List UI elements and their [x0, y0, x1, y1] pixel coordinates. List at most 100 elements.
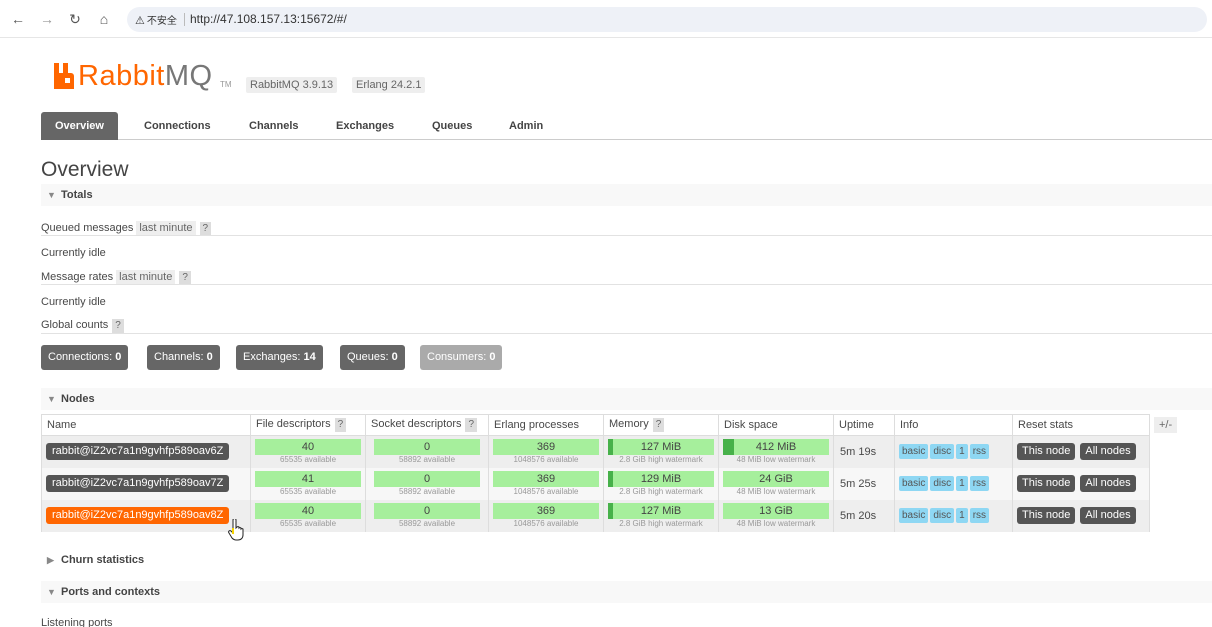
meter-value: 127 MiB: [640, 504, 682, 517]
tab-queues[interactable]: Queues: [418, 112, 486, 140]
node-link[interactable]: rabbit@iZ2vc7a1n9gvhfp589oav7Z: [46, 475, 230, 492]
info-badge[interactable]: disc: [930, 476, 955, 491]
home-icon[interactable]: ⌂: [95, 10, 113, 28]
info-badge[interactable]: basic: [899, 508, 929, 523]
queued-messages-row: Queued messages last minute?: [41, 221, 212, 236]
node-link[interactable]: rabbit@iZ2vc7a1n9gvhfp589oav8Z: [46, 507, 230, 524]
range-selector[interactable]: last minute: [136, 221, 196, 235]
info-badge[interactable]: disc: [930, 508, 955, 523]
tab-exchanges[interactable]: Exchanges: [322, 112, 408, 140]
help-button[interactable]: ?: [179, 271, 191, 285]
info-badge[interactable]: rss: [969, 444, 990, 460]
info-badge[interactable]: disc: [930, 444, 955, 460]
meter-limit: 2.8 GiB high watermark: [619, 486, 703, 496]
info-badge[interactable]: rss: [969, 508, 990, 523]
reset-all-nodes-button[interactable]: All nodes: [1080, 475, 1136, 492]
tab-overview[interactable]: Overview: [41, 112, 118, 140]
address-bar[interactable]: ⚠ 不安全 http://47.108.157.13:15672/#/: [127, 7, 1207, 32]
info-cell: basic disc 1 rss: [894, 499, 1013, 532]
totals-section-header[interactable]: ▼ Totals: [41, 184, 1212, 206]
erlang-processes-meter: 369 1048576 available: [493, 438, 599, 465]
tab-channels[interactable]: Channels: [235, 112, 313, 140]
col-erlang-processes: Erlang processes: [488, 414, 604, 436]
meter-fill: [608, 470, 613, 487]
info-badge[interactable]: rss: [969, 476, 990, 491]
info-badge[interactable]: 1: [956, 508, 968, 523]
meter-limit: 1048576 available: [513, 454, 579, 464]
consumers-count[interactable]: Consumers: 0: [420, 345, 503, 370]
tab-connections[interactable]: Connections: [130, 112, 225, 140]
meter-value: 13 GiB: [759, 504, 793, 517]
socket-descriptors-meter: 0 58892 available: [374, 470, 480, 497]
meter-value: 0: [423, 472, 431, 485]
reset-all-nodes-button[interactable]: All nodes: [1080, 507, 1136, 524]
reset-stats-cell: This node All nodes: [1012, 467, 1150, 500]
channels-count[interactable]: Channels: 0: [147, 345, 220, 370]
help-button[interactable]: ?: [112, 319, 124, 333]
uptime-cell: 5m 19s: [833, 435, 895, 468]
disk-space-meter-cell: 412 MiB 48 MiB low watermark: [718, 435, 834, 468]
file-descriptors-meter: 40 65535 available: [255, 502, 361, 529]
info-badge[interactable]: 1: [956, 444, 968, 460]
meter-limit: 2.8 GiB high watermark: [619, 454, 703, 464]
help-button[interactable]: ?: [199, 222, 212, 236]
disk-space-meter: 13 GiB 48 MiB low watermark: [723, 502, 829, 529]
meter-limit: 65535 available: [279, 486, 337, 496]
col-uptime: Uptime: [833, 414, 895, 436]
table-row: rabbit@iZ2vc7a1n9gvhfp589oav8Z 40 65535 …: [41, 499, 1150, 532]
meter-value: 24 GiB: [759, 472, 793, 485]
info-badge[interactable]: basic: [899, 444, 929, 460]
tab-admin[interactable]: Admin: [495, 112, 557, 140]
arrow-left-icon[interactable]: ←: [9, 10, 27, 28]
caret-down-icon: ▼: [47, 394, 56, 404]
arrow-right-icon[interactable]: →: [38, 10, 56, 28]
nodes-section-header[interactable]: ▼ Nodes: [41, 388, 1212, 410]
node-link[interactable]: rabbit@iZ2vc7a1n9gvhfp589oav6Z: [46, 443, 230, 461]
columns-toggle-button[interactable]: +/-: [1154, 417, 1178, 433]
help-button[interactable]: ?: [652, 418, 665, 432]
disk-space-meter: 24 GiB 48 MiB low watermark: [723, 470, 829, 497]
range-selector[interactable]: last minute: [116, 270, 176, 284]
idle-text: Currently idle: [41, 247, 106, 259]
reset-all-nodes-button[interactable]: All nodes: [1080, 443, 1136, 461]
reset-this-node-button[interactable]: This node: [1017, 507, 1076, 524]
help-button[interactable]: ?: [334, 418, 347, 432]
security-warning[interactable]: ⚠ 不安全: [135, 12, 177, 27]
meter-limit: 2.8 GiB high watermark: [619, 518, 703, 528]
divider: [41, 333, 1212, 334]
ports-section-header[interactable]: ▼ Ports and contexts: [41, 581, 1212, 603]
reset-this-node-button[interactable]: This node: [1017, 443, 1076, 461]
meter-fill: [723, 438, 734, 455]
node-name-cell: rabbit@iZ2vc7a1n9gvhfp589oav6Z: [41, 435, 251, 468]
divider: [41, 235, 1212, 236]
hand-cursor-icon: [228, 519, 244, 541]
help-button[interactable]: ?: [465, 418, 478, 432]
url-text[interactable]: http://47.108.157.13:15672/#/: [190, 12, 347, 26]
erlang-processes-meter-cell: 369 1048576 available: [488, 467, 604, 500]
idle-text: Currently idle: [41, 296, 106, 308]
meter-value: 41: [301, 472, 315, 485]
file-descriptors-meter: 41 65535 available: [255, 470, 361, 497]
info-badge[interactable]: 1: [956, 476, 968, 491]
meter-limit: 65535 available: [279, 454, 337, 464]
connections-count[interactable]: Connections: 0: [41, 345, 129, 370]
meter-value: 0: [423, 440, 431, 453]
exchanges-count[interactable]: Exchanges: 14: [236, 345, 323, 370]
queues-count[interactable]: Queues: 0: [340, 345, 405, 370]
info-badge[interactable]: basic: [899, 476, 929, 491]
info-cell: basic disc 1 rss: [894, 467, 1013, 500]
reload-icon[interactable]: ↻: [66, 10, 84, 28]
meter-limit: 65535 available: [279, 518, 337, 528]
meter-value: 369: [536, 504, 556, 517]
meter-limit: 58892 available: [398, 518, 456, 528]
meter-value: 369: [536, 440, 556, 453]
table-header-row: Name File descriptors? Socket descriptor…: [41, 414, 1150, 436]
file-descriptors-meter-cell: 41 65535 available: [250, 467, 366, 500]
meter-value: 369: [536, 472, 556, 485]
reset-this-node-button[interactable]: This node: [1017, 475, 1076, 492]
churn-section-header[interactable]: ▶ Churn statistics: [41, 549, 1212, 571]
caret-down-icon: ▼: [47, 190, 56, 200]
col-socket-descriptors: Socket descriptors?: [365, 414, 489, 436]
uptime-cell: 5m 25s: [833, 467, 895, 500]
version-badge: RabbitMQ 3.9.13: [246, 77, 338, 93]
